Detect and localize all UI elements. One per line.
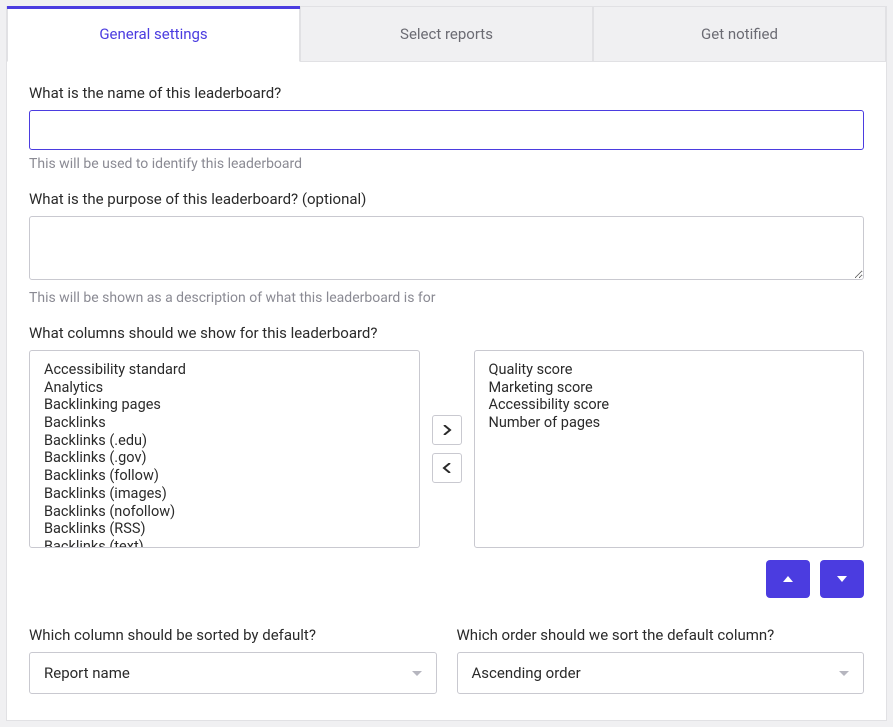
sort-order-value: Ascending order <box>472 664 581 682</box>
panel-body: What is the name of this leaderboard? Th… <box>7 62 886 720</box>
sort-order-select[interactable]: Ascending order <box>457 652 865 694</box>
list-item[interactable]: Backlinks <box>44 414 405 432</box>
reorder-buttons <box>29 560 864 598</box>
sort-column-label: Which column should be sorted by default… <box>29 626 437 644</box>
list-item[interactable]: Backlinking pages <box>44 396 405 414</box>
list-item[interactable]: Marketing score <box>489 379 850 397</box>
transfer-buttons <box>432 350 462 548</box>
list-item[interactable]: Analytics <box>44 379 405 397</box>
chevron-right-icon <box>442 425 452 435</box>
tab-label: Select reports <box>400 25 493 43</box>
columns-label: What columns should we show for this lea… <box>29 324 864 342</box>
list-item[interactable]: Quality score <box>489 361 850 379</box>
caret-down-icon <box>839 671 849 676</box>
tab-get-notified[interactable]: Get notified <box>593 6 886 62</box>
list-item[interactable]: Backlinks (nofollow) <box>44 503 405 521</box>
list-item[interactable]: Accessibility score <box>489 396 850 414</box>
list-item[interactable]: Backlinks (.gov) <box>44 449 405 467</box>
list-item[interactable]: Number of pages <box>489 414 850 432</box>
selected-columns-list[interactable]: Quality scoreMarketing scoreAccessibilit… <box>474 350 865 548</box>
chevron-left-icon <box>442 463 452 473</box>
move-up-button[interactable] <box>766 560 810 598</box>
sort-column-select[interactable]: Report name <box>29 652 437 694</box>
sort-row: Which column should be sorted by default… <box>29 626 864 694</box>
tab-bar: General settings Select reports Get noti… <box>7 6 886 62</box>
columns-transfer: Accessibility standardAnalyticsBacklinki… <box>29 350 864 548</box>
list-item[interactable]: Backlinks (RSS) <box>44 520 405 538</box>
name-helper: This will be used to identify this leade… <box>29 156 864 172</box>
tab-select-reports[interactable]: Select reports <box>300 6 593 62</box>
purpose-label: What is the purpose of this leaderboard?… <box>29 190 864 208</box>
caret-down-icon <box>412 671 422 676</box>
leaderboard-purpose-textarea[interactable] <box>29 216 864 280</box>
available-columns-list[interactable]: Accessibility standardAnalyticsBacklinki… <box>29 350 420 548</box>
tab-label: Get notified <box>701 25 778 43</box>
move-left-button[interactable] <box>432 453 462 483</box>
list-item[interactable]: Backlinks (.edu) <box>44 432 405 450</box>
leaderboard-name-input[interactable] <box>29 110 864 150</box>
list-item[interactable]: Backlinks (text) <box>44 538 405 548</box>
sort-column-value: Report name <box>44 664 130 682</box>
settings-panel: General settings Select reports Get noti… <box>6 6 887 721</box>
list-item[interactable]: Accessibility standard <box>44 361 405 379</box>
tab-general-settings[interactable]: General settings <box>7 6 300 62</box>
purpose-helper: This will be shown as a description of w… <box>29 290 864 306</box>
tab-label: General settings <box>99 25 207 43</box>
list-item[interactable]: Backlinks (images) <box>44 485 405 503</box>
triangle-up-icon <box>783 576 793 582</box>
move-right-button[interactable] <box>432 415 462 445</box>
list-item[interactable]: Backlinks (follow) <box>44 467 405 485</box>
sort-order-label: Which order should we sort the default c… <box>457 626 865 644</box>
name-label: What is the name of this leaderboard? <box>29 84 864 102</box>
move-down-button[interactable] <box>820 560 864 598</box>
triangle-down-icon <box>837 576 847 582</box>
